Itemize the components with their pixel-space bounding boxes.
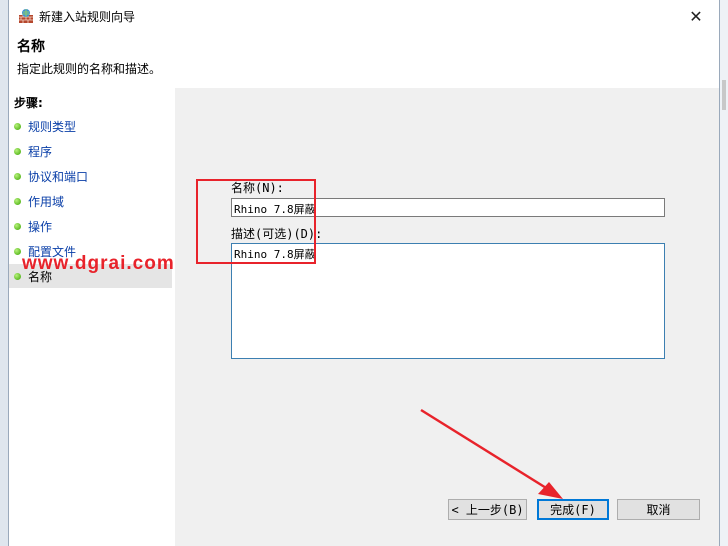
step-label: 操作 [28,219,53,234]
name-input[interactable]: Rhino 7.8屏蔽 [231,198,665,217]
back-button[interactable]: < 上一步(B) [448,499,527,520]
background-window-left [0,0,8,546]
description-label: 描述(可选)(D): [231,227,323,241]
step-action[interactable]: 操作 [9,214,172,238]
step-bullet-icon [14,222,21,230]
close-icon: ✕ [689,6,703,26]
name-label: 名称(N): [231,181,284,195]
firewall-icon [19,9,33,23]
step-bullet-icon [14,147,21,155]
steps-panel: 步骤: 规则类型 程序 协议和端口 作用域 操作 配置文件 名称 [9,88,175,546]
background-window-right [720,0,728,546]
step-bullet-icon [14,122,21,130]
wizard-body: 步骤: 规则类型 程序 协议和端口 作用域 操作 配置文件 名称 名称(N): … [9,88,719,546]
step-rule-type[interactable]: 规则类型 [9,114,172,138]
watermark-text: www.dgrai.com [22,253,175,274]
page-title: 名称 [17,39,45,55]
step-scope[interactable]: 作用域 [9,189,172,213]
step-label: 程序 [28,144,53,159]
step-label: 规则类型 [28,119,77,134]
step-bullet-icon [14,247,21,255]
step-program[interactable]: 程序 [9,139,172,163]
window-title: 新建入站规则向导 [39,10,136,24]
description-textarea[interactable]: Rhino 7.8屏蔽 [231,243,665,359]
step-label: 作用域 [28,194,65,209]
steps-heading: 步骤: [14,96,43,110]
step-bullet-icon [14,197,21,205]
step-label: 协议和端口 [28,169,89,184]
finish-button[interactable]: 完成(F) [537,499,609,520]
cancel-button[interactable]: 取消 [617,499,700,520]
step-bullet-icon [14,172,21,180]
background-scrollbar [722,80,726,110]
step-protocol-ports[interactable]: 协议和端口 [9,164,172,188]
title-bar[interactable]: 新建入站规则向导 ✕ [9,0,719,32]
step-bullet-icon [14,272,21,280]
page-description: 指定此规则的名称和描述。 [17,62,162,76]
close-button[interactable]: ✕ [673,0,719,32]
wizard-header: 名称 指定此规则的名称和描述。 [9,32,719,89]
